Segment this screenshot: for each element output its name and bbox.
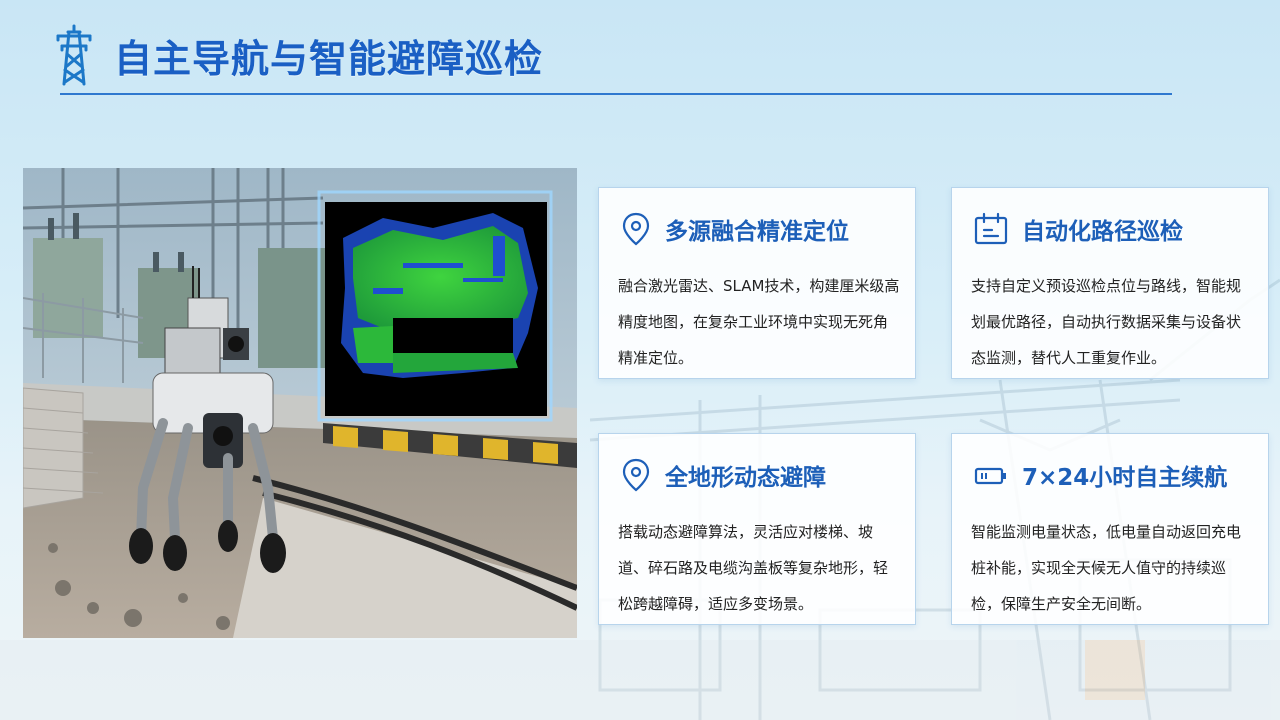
battery-icon: [974, 467, 1006, 485]
card-title: 全地形动态避障: [665, 465, 826, 491]
feature-card-patrol: 自动化路径巡检 支持自定义预设巡检点位与路线，智能规划最优路径，自动执行数据采集…: [951, 187, 1269, 379]
card-description: 搭载动态避障算法，灵活应对楼梯、坡道、碎石路及电缆沟盖板等复杂地形，轻松跨越障碍…: [618, 523, 889, 613]
card-description: 智能监测电量状态，低电量自动返回充电桩补能，实现全天候无人值守的持续巡检，保障生…: [971, 523, 1242, 613]
robot-dog-photo: [23, 168, 577, 638]
card-title: 7×24小时自主续航: [1022, 465, 1228, 491]
card-description: 融合激光雷达、SLAM技术，构建厘米级高精度地图，在复杂工业环境中实现无死角精准…: [618, 277, 900, 367]
card-description: 支持自定义预设巡检点位与路线，智能规划最优路径，自动执行数据采集与设备状态监测，…: [971, 277, 1242, 367]
transmission-tower-icon: [56, 24, 92, 86]
feature-card-endurance: 7×24小时自主续航 智能监测电量状态，低电量自动返回充电桩补能，实现全天候无人…: [951, 433, 1269, 625]
header-divider: [60, 93, 1172, 95]
page-title: 自主导航与智能避障巡检: [114, 36, 544, 81]
page-header: 自主导航与智能避障巡检: [52, 24, 543, 86]
calendar-icon: [974, 212, 1008, 245]
card-title: 自动化路径巡检: [1022, 219, 1183, 245]
location-pin-icon: [622, 458, 650, 492]
feature-card-positioning: 多源融合精准定位 融合激光雷达、SLAM技术，构建厘米级高精度地图，在复杂工业环…: [598, 187, 916, 379]
feature-card-obstacle-avoidance: 全地形动态避障 搭载动态避障算法，灵活应对楼梯、坡道、碎石路及电缆沟盖板等复杂地…: [598, 433, 916, 625]
location-pin-icon: [622, 212, 650, 246]
card-title: 多源融合精准定位: [665, 219, 849, 245]
point-cloud-map: [317, 190, 553, 422]
